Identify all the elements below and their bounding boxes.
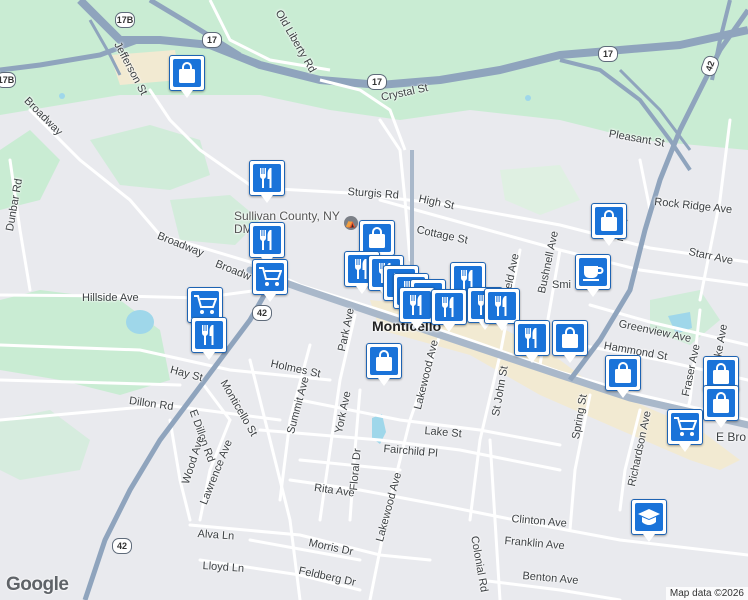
shopping-bag-icon	[173, 59, 201, 87]
google-logo: Google	[6, 574, 69, 595]
attribution[interactable]: Map data ©2026	[665, 587, 748, 600]
cafe-icon	[579, 258, 607, 286]
shopping-cart-icon	[671, 413, 699, 441]
route-17-shield: 17	[367, 74, 387, 90]
restaurant-icon	[403, 291, 431, 319]
school-icon	[635, 503, 663, 531]
restaurant-icon	[518, 324, 546, 352]
shopping-cart-marker[interactable]	[252, 259, 288, 302]
restaurant-marker[interactable]	[431, 289, 467, 332]
restaurant-marker[interactable]	[514, 320, 550, 363]
restaurant-icon	[435, 293, 463, 321]
route-17b-shield: 17B	[0, 72, 16, 88]
street-label-hillside: Hillside Ave	[82, 292, 139, 304]
street-label-e-broadway: E Bro	[716, 430, 747, 444]
shopping-bag-marker[interactable]	[169, 55, 205, 98]
shopping-cart-marker[interactable]	[667, 409, 703, 452]
shopping-cart-icon	[256, 263, 284, 291]
restaurant-marker[interactable]	[249, 222, 285, 265]
route-17-shield: 17	[202, 32, 222, 48]
restaurant-icon	[488, 292, 516, 320]
shopping-bag-icon	[609, 359, 637, 387]
restaurant-marker[interactable]	[191, 317, 227, 360]
restaurant-icon	[195, 321, 223, 349]
shopping-bag-icon	[707, 360, 735, 388]
route-17-shield: 17	[598, 46, 618, 62]
street-label-alva: Alva Ln	[197, 528, 235, 543]
shopping-bag-icon	[556, 324, 584, 352]
shopping-bag-marker[interactable]	[591, 203, 627, 246]
restaurant-marker[interactable]	[249, 160, 285, 203]
map-canvas[interactable]: Old Liberty Rd Jefferson St Broadway Dun…	[0, 0, 748, 600]
route-42-shield: 42	[112, 538, 132, 554]
route-42-shield: 42	[252, 305, 272, 321]
shopping-bag-icon	[595, 207, 623, 235]
restaurant-marker[interactable]	[484, 288, 520, 331]
shopping-bag-icon	[707, 389, 735, 417]
shopping-bag-marker[interactable]	[552, 320, 588, 363]
restaurant-icon	[253, 226, 281, 254]
shopping-bag-marker[interactable]	[605, 355, 641, 398]
restaurant-marker[interactable]	[399, 287, 435, 330]
cafe-marker[interactable]	[575, 254, 611, 297]
shopping-bag-marker[interactable]	[366, 343, 402, 386]
shopping-bag-icon	[370, 347, 398, 375]
government-icon: ⛺	[344, 216, 358, 230]
route-17b-shield: 17B	[115, 12, 135, 28]
shopping-bag-icon	[363, 224, 391, 252]
school-marker[interactable]	[631, 499, 667, 542]
shopping-bag-marker[interactable]	[703, 385, 739, 428]
restaurant-icon	[253, 164, 281, 192]
street-label-smith: Smi	[552, 279, 571, 291]
shopping-cart-icon	[191, 291, 219, 319]
